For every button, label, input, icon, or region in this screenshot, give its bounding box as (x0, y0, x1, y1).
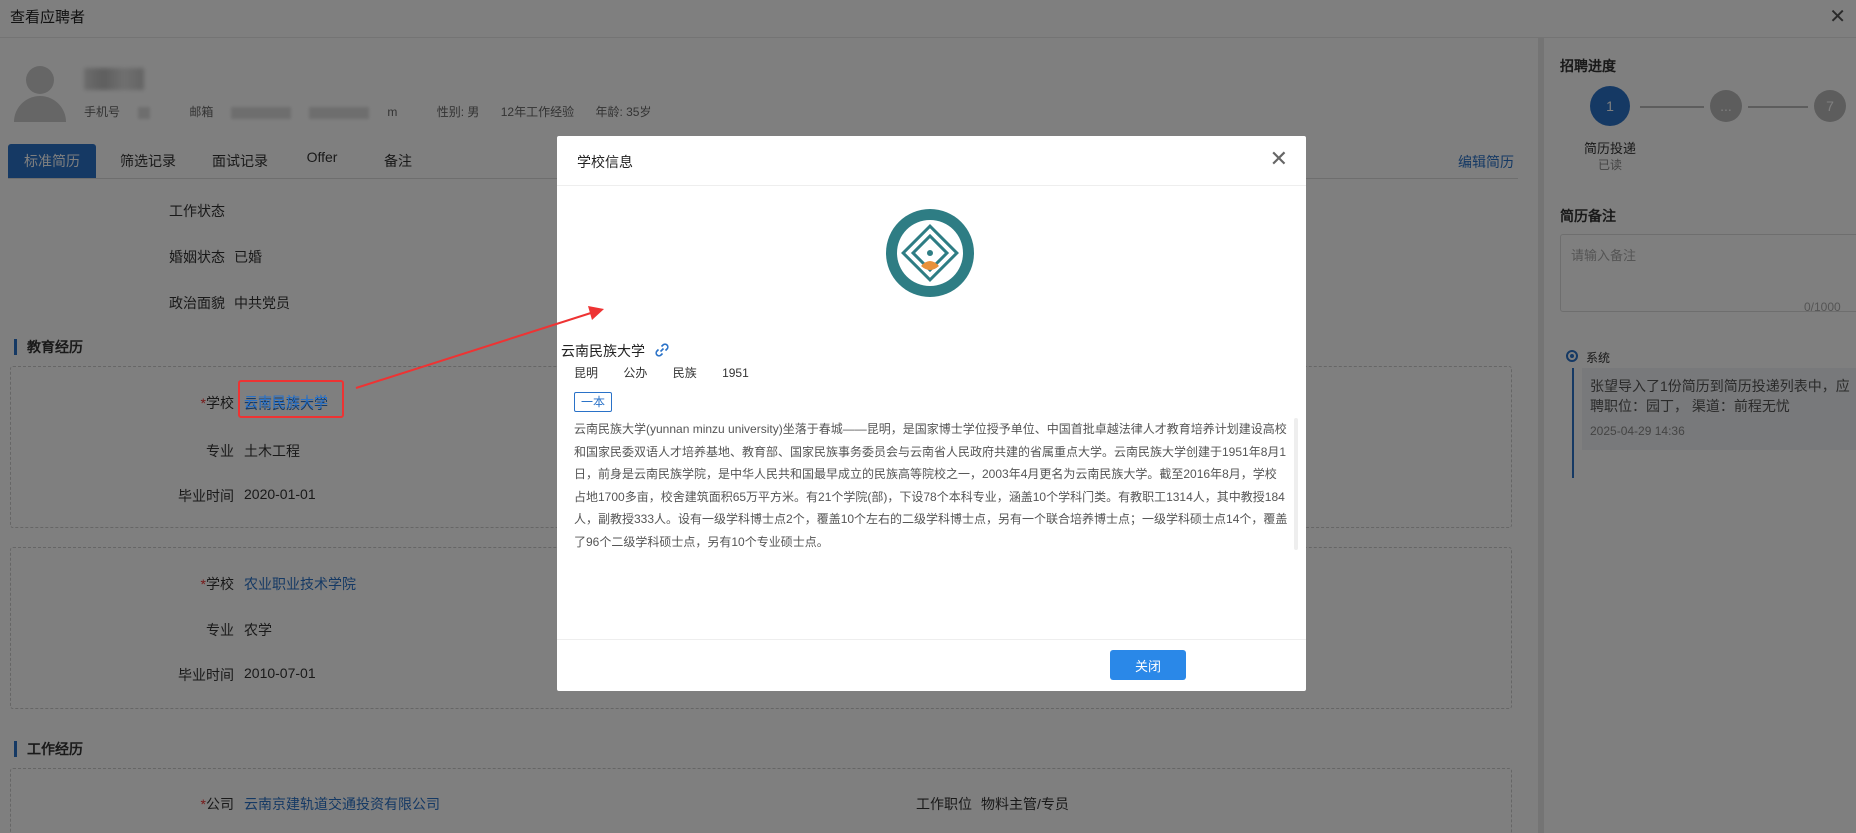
close-icon[interactable]: ✕ (1270, 146, 1288, 172)
university-attributes: 昆明 公办 民族 1951 (574, 364, 771, 381)
university-name: 云南民族大学 (561, 343, 645, 359)
category-text: 民族 (672, 366, 697, 380)
link-icon[interactable] (654, 342, 670, 358)
modal-header: 学校信息 ✕ (557, 136, 1306, 186)
university-logo (886, 209, 974, 297)
founded-text: 1951 (722, 366, 749, 380)
tier-badge: 一本 (574, 392, 613, 412)
modal-title: 学校信息 (577, 154, 633, 170)
description-scrollbar[interactable] (1294, 418, 1298, 550)
school-link-highlighted[interactable]: 云南民族大学 (244, 392, 328, 412)
university-description: 云南民族大学(yunnan minzu university)坐落于春城——昆明… (574, 422, 1288, 549)
modal-footer (557, 639, 1306, 691)
ownership-text: 公办 (623, 366, 648, 380)
close-button[interactable]: 关闭 (1110, 650, 1186, 680)
city-text: 昆明 (574, 366, 599, 380)
school-info-modal: 学校信息 ✕ 云南民族大学 昆明 公办 民族 1951 一本 云南民族大学(yu… (557, 136, 1306, 691)
